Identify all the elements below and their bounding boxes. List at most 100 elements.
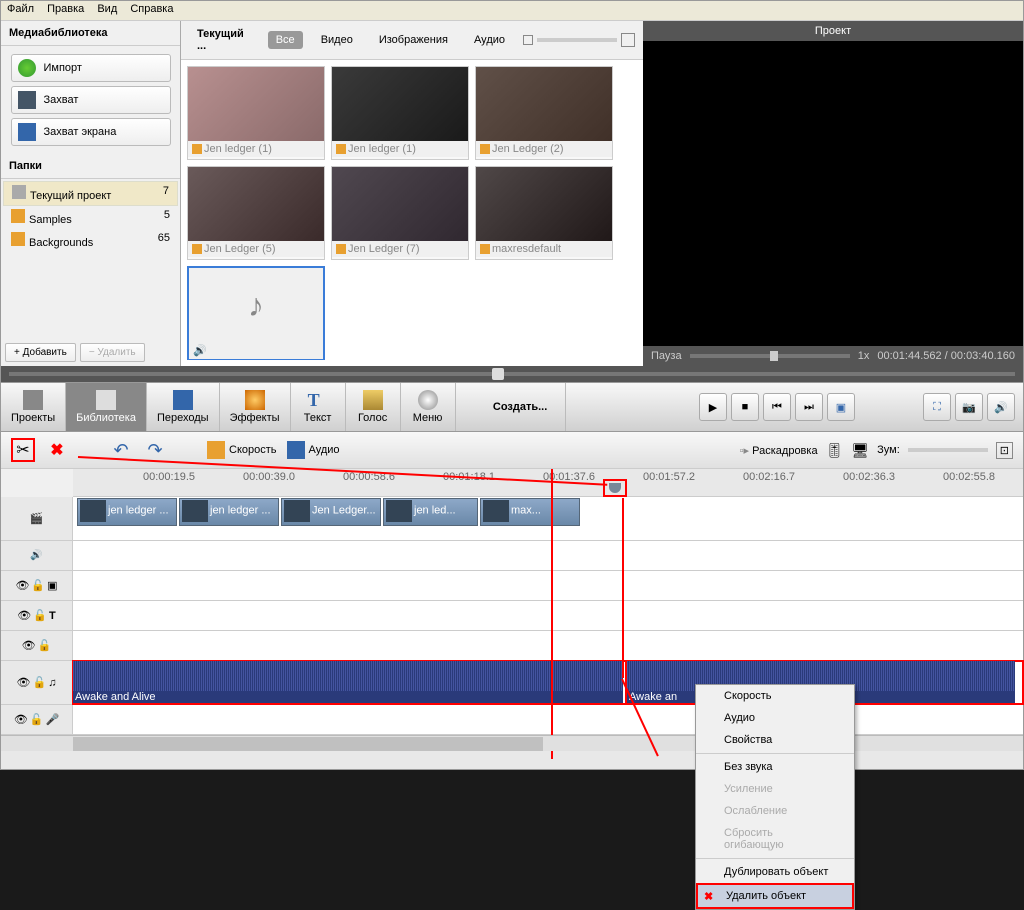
seek-bar[interactable] xyxy=(1,366,1023,382)
folder-current[interactable]: Текущий проект 7 xyxy=(3,181,178,206)
tab-current[interactable]: Текущий ... xyxy=(189,25,258,55)
import-button[interactable]: Импорт xyxy=(11,54,171,82)
camera-icon xyxy=(18,91,36,109)
cm-mute[interactable]: Без звука xyxy=(696,756,854,778)
zoom-slider[interactable] xyxy=(908,448,988,452)
fullscreen-button[interactable]: ⛶ xyxy=(923,393,951,421)
add-folder-button[interactable]: + Добавить xyxy=(5,343,76,362)
eye-icon[interactable]: 👁 xyxy=(17,609,31,622)
cm-audio[interactable]: Аудио xyxy=(696,707,854,729)
screen-icon xyxy=(18,123,36,141)
storyboard-toggle[interactable]: ▫▸ Раскадровка xyxy=(740,444,818,457)
play-button[interactable]: ▶ xyxy=(699,393,727,421)
tab-audio[interactable]: Аудио xyxy=(466,31,513,49)
menu-view[interactable]: Вид xyxy=(97,3,117,15)
clip-button[interactable]: ▣ xyxy=(827,393,855,421)
timeline-clip[interactable]: max... xyxy=(480,498,580,526)
stop-button[interactable]: ■ xyxy=(731,393,759,421)
menu-edit[interactable]: Правка xyxy=(47,3,84,15)
menu-button[interactable]: Меню xyxy=(401,383,456,431)
voice-button[interactable]: Голос xyxy=(346,383,401,431)
media-thumb[interactable]: Jen ledger (1) xyxy=(187,66,325,160)
tab-video[interactable]: Видео xyxy=(313,31,361,49)
thumb-size-slider[interactable] xyxy=(537,38,617,42)
media-thumb[interactable]: Jen Ledger (5) xyxy=(187,166,325,260)
cm-fade[interactable]: Ослабление xyxy=(696,800,854,822)
cm-speed[interactable]: Скорость xyxy=(696,685,854,707)
cm-reset-envelope[interactable]: Сбросить огибающую xyxy=(696,822,854,856)
create-button[interactable]: Создать... xyxy=(476,383,566,431)
thumb-size-max-icon xyxy=(621,33,635,47)
volume-button[interactable]: 🔊 xyxy=(987,393,1015,421)
h-scrollbar[interactable] xyxy=(1,735,1023,751)
projects-button[interactable]: Проекты xyxy=(1,383,66,431)
preview-screen[interactable] xyxy=(643,41,1023,346)
split-icon: ✂ xyxy=(16,440,29,460)
redo-button[interactable]: ↷ xyxy=(143,438,167,462)
effects-button[interactable]: Эффекты xyxy=(220,383,291,431)
video-track[interactable]: jen ledger ... jen ledger ... Jen Ledger… xyxy=(73,497,1023,540)
media-thumb[interactable]: maxresdefault xyxy=(475,166,613,260)
monitor-icon[interactable]: 🖥 xyxy=(851,442,869,459)
lock-icon[interactable]: 🔓 xyxy=(33,676,47,689)
text-button[interactable]: TТекст xyxy=(291,383,346,431)
tab-all[interactable]: Все xyxy=(268,31,303,49)
remove-folder-button[interactable]: − Удалить xyxy=(80,343,145,362)
audio-clip[interactable]: Awake and Alive xyxy=(73,661,623,703)
preview-title: Проект xyxy=(643,21,1023,41)
eye-icon[interactable]: 👁 xyxy=(15,579,29,592)
timeline-clip[interactable]: jen ledger ... xyxy=(77,498,177,526)
fit-button[interactable]: ⊡ xyxy=(996,442,1013,459)
screen-capture-button[interactable]: Захват экрана xyxy=(11,118,171,146)
library-button[interactable]: Библиотека xyxy=(66,383,147,431)
media-thumb[interactable]: Jen Ledger (7) xyxy=(331,166,469,260)
menu-file[interactable]: Файл xyxy=(7,3,34,15)
delete-tl-button[interactable]: ✖ xyxy=(45,438,69,462)
media-thumb-audio[interactable]: ♪🔊 xyxy=(187,266,325,360)
lock-icon[interactable]: 🔓 xyxy=(30,713,44,726)
folder-backgrounds[interactable]: Backgrounds 65 xyxy=(3,229,178,252)
speed-slider[interactable] xyxy=(690,354,850,358)
eye-icon[interactable]: 👁 xyxy=(14,713,28,726)
playhead-line[interactable] xyxy=(551,469,553,759)
eye-icon[interactable]: 👁 xyxy=(22,639,36,652)
capture-button[interactable]: Захват xyxy=(11,86,171,114)
import-label: Импорт xyxy=(44,62,82,74)
menu-help[interactable]: Справка xyxy=(130,3,173,15)
folder-samples[interactable]: Samples 5 xyxy=(3,206,178,229)
lock-icon[interactable]: 🔓 xyxy=(38,639,52,652)
media-thumb[interactable]: Jen Ledger (2) xyxy=(475,66,613,160)
overlay-track[interactable] xyxy=(73,571,1023,600)
music1-track[interactable] xyxy=(73,631,1023,660)
text-track[interactable] xyxy=(73,601,1023,630)
cm-duplicate[interactable]: Дублировать объект xyxy=(696,861,854,883)
eye-icon[interactable]: 👁 xyxy=(17,676,31,689)
lock-icon[interactable]: 🔓 xyxy=(33,609,47,622)
cm-delete[interactable]: ✖Удалить объект xyxy=(696,883,854,909)
transitions-button[interactable]: Переходы xyxy=(147,383,220,431)
snapshot-button[interactable]: 📷 xyxy=(955,393,983,421)
media-thumb[interactable]: Jen ledger (1) xyxy=(331,66,469,160)
lock-icon[interactable]: 🔓 xyxy=(31,579,45,592)
timeline-clip[interactable]: jen ledger ... xyxy=(179,498,279,526)
plus-icon xyxy=(18,59,36,77)
tab-images[interactable]: Изображения xyxy=(371,31,456,49)
effects-icon xyxy=(245,390,265,410)
speed-tl-button[interactable]: Скорость xyxy=(207,441,277,459)
timeline-clip[interactable]: Jen Ledger... xyxy=(281,498,381,526)
split-button[interactable]: ✂ xyxy=(11,438,35,462)
cm-properties[interactable]: Свойства xyxy=(696,729,854,751)
playhead-marker[interactable] xyxy=(603,479,627,497)
voice-track[interactable] xyxy=(73,705,1023,734)
timeline-clip[interactable]: jen led... xyxy=(383,498,478,526)
speed-icon xyxy=(207,441,225,459)
music-track-head: 👁🔓♫ xyxy=(1,661,73,704)
timeline-ruler[interactable]: 00:00:19.5 00:00:39.0 00:00:58.6 00:01:1… xyxy=(73,469,1023,497)
mixer-icon[interactable]: 🎚 xyxy=(826,442,844,459)
prev-button[interactable]: ⏮ xyxy=(763,393,791,421)
media-type-icon xyxy=(336,144,346,154)
cm-amplify[interactable]: Усиление xyxy=(696,778,854,800)
music-track[interactable]: Awake and Alive Awake an xyxy=(73,661,1023,704)
audio-tl-button[interactable]: Аудио xyxy=(287,441,340,459)
next-button[interactable]: ⏭ xyxy=(795,393,823,421)
